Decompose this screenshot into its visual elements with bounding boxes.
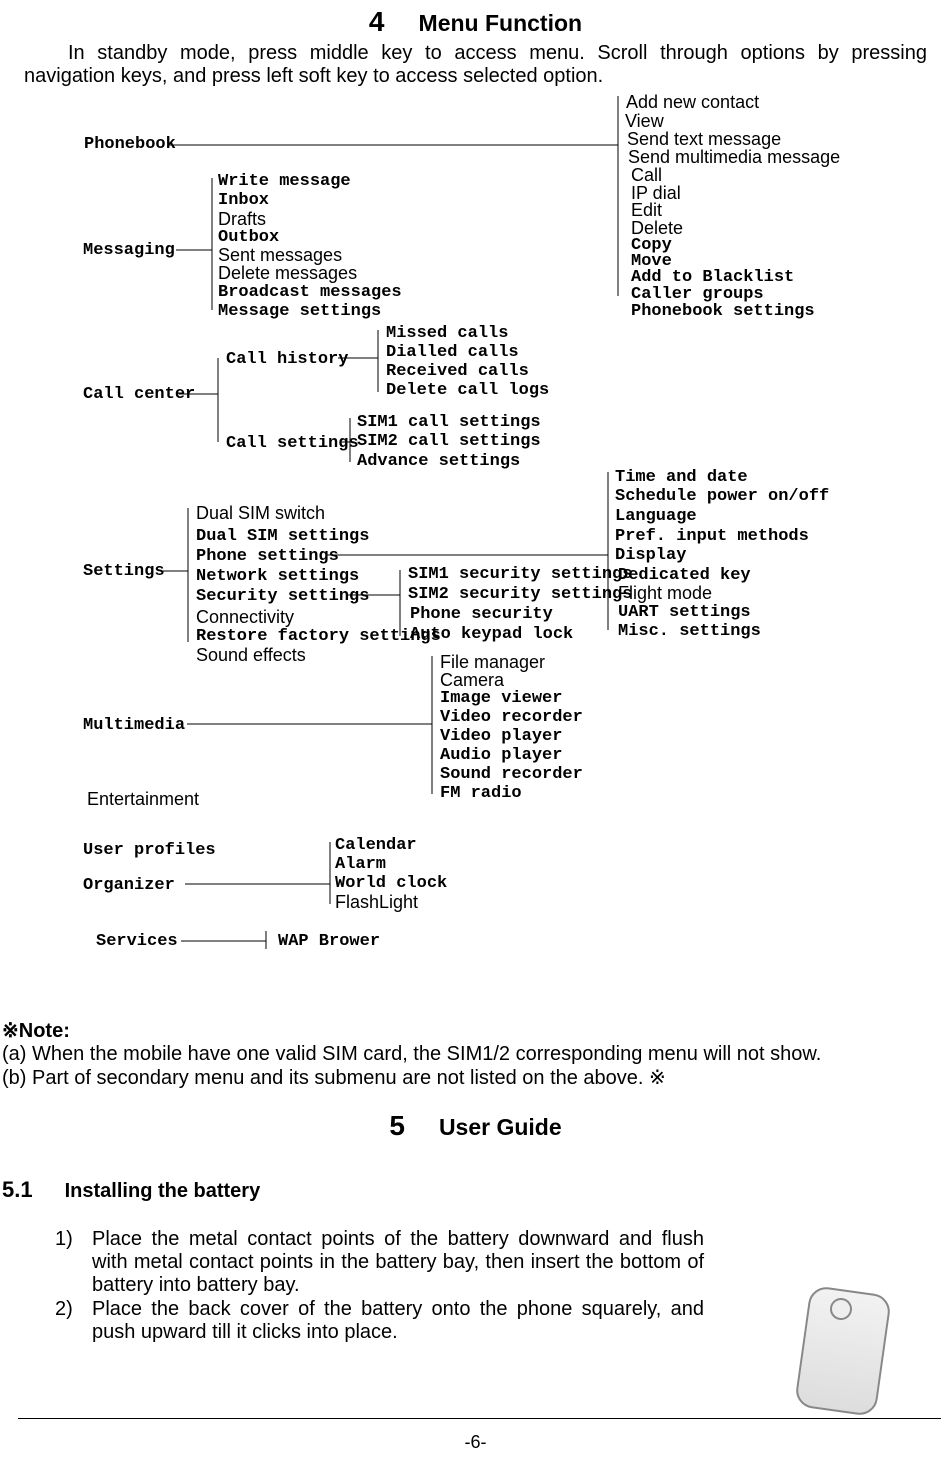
menu-settings: Settings	[83, 562, 165, 582]
sec-phone: Phone security	[410, 605, 553, 625]
page-number: -6-	[0, 1432, 951, 1453]
menu-phonebook: Phonebook	[84, 135, 176, 155]
menu-messaging: Messaging	[83, 241, 175, 261]
cs-sim1: SIM1 call settings	[357, 413, 541, 433]
step2-num: 2)	[55, 1298, 73, 1321]
section5-title: User Guide	[439, 1114, 562, 1140]
org-alarm: Alarm	[335, 855, 386, 875]
set-security: Security settings	[196, 587, 369, 607]
step1-num: 1)	[55, 1228, 73, 1251]
mm-vidplay: Video player	[440, 727, 562, 747]
section51-number: 5.1	[2, 1177, 33, 1202]
set-connectivity: Connectivity	[196, 607, 294, 628]
cc-settings: Call settings	[226, 434, 359, 454]
org-calendar: Calendar	[335, 836, 417, 856]
mm-soundrec: Sound recorder	[440, 765, 583, 785]
msg-write: Write message	[218, 172, 351, 192]
mm-vidrec: Video recorder	[440, 708, 583, 728]
step2-text: Place the back cover of the battery onto…	[92, 1298, 704, 1344]
set-restore: Restore factory settings	[196, 627, 441, 647]
ch-missed: Missed calls	[386, 324, 508, 344]
menu-call-center: Call center	[83, 385, 195, 405]
msg-inbox: Inbox	[218, 191, 269, 211]
pb-addnew: Add new contact	[626, 92, 759, 113]
cc-history: Call history	[226, 350, 348, 370]
ps-misc: Misc. settings	[618, 622, 761, 642]
set-dualswitch: Dual SIM switch	[196, 503, 325, 524]
set-phonesettings: Phone settings	[196, 547, 339, 567]
section5-number: 5	[389, 1110, 405, 1141]
note-b: (b) Part of secondary menu and its subme…	[2, 1067, 921, 1090]
section5-heading: 5 User Guide	[0, 1110, 951, 1142]
phone-illustration	[772, 1286, 922, 1422]
note-a: (a) When the mobile have one valid SIM c…	[2, 1043, 921, 1066]
ps-uart: UART settings	[618, 603, 751, 623]
set-network: Network settings	[196, 567, 359, 587]
ps-language: Language	[615, 507, 697, 527]
msg-delete: Delete messages	[218, 263, 357, 284]
mm-fm: FM radio	[440, 784, 522, 804]
step1-text: Place the metal contact points of the ba…	[92, 1228, 704, 1297]
mm-camera: Camera	[440, 670, 504, 691]
cs-advance: Advance settings	[357, 452, 520, 472]
menu-multimedia: Multimedia	[83, 716, 185, 736]
sec-sim2: SIM2 security settings	[408, 585, 632, 605]
sec-keypad: Auto keypad lock	[410, 625, 573, 645]
ch-received: Received calls	[386, 362, 529, 382]
menu-organizer: Organizer	[83, 876, 175, 896]
page: 4 Menu Function In standby mode, press m…	[0, 0, 951, 1471]
ch-dialled: Dialled calls	[386, 343, 519, 363]
ps-display: Display	[615, 546, 686, 566]
org-flashlight: FlashLight	[335, 892, 418, 913]
set-dualsettings: Dual SIM settings	[196, 527, 369, 547]
set-sound: Sound effects	[196, 645, 306, 666]
pb-pbsettings: Phonebook settings	[631, 302, 815, 322]
ps-schedule: Schedule power on/off	[615, 487, 829, 507]
footer-separator	[18, 1418, 941, 1419]
mm-audioplay: Audio player	[440, 746, 562, 766]
msg-drafts: Drafts	[218, 209, 266, 230]
menu-entertainment: Entertainment	[87, 789, 199, 810]
cs-sim2: SIM2 call settings	[357, 432, 541, 452]
sec-sim1: SIM1 security settings	[408, 565, 632, 585]
section51-heading: 5.1 Installing the battery	[2, 1177, 260, 1203]
ch-delete-logs: Delete call logs	[386, 381, 549, 401]
ps-timedate: Time and date	[615, 468, 748, 488]
menu-services: Services	[96, 932, 178, 952]
section51-title: Installing the battery	[65, 1180, 261, 1202]
ps-prefinput: Pref. input methods	[615, 527, 809, 547]
msg-settings: Message settings	[218, 302, 381, 322]
note-title: ※Note:	[2, 1020, 70, 1043]
org-worldclock: World clock	[335, 874, 447, 894]
mm-imageviewer: Image viewer	[440, 689, 562, 709]
menu-user-profiles: User profiles	[83, 841, 216, 861]
msg-broadcast: Broadcast messages	[218, 283, 402, 303]
srv-wap: WAP Brower	[278, 932, 380, 952]
